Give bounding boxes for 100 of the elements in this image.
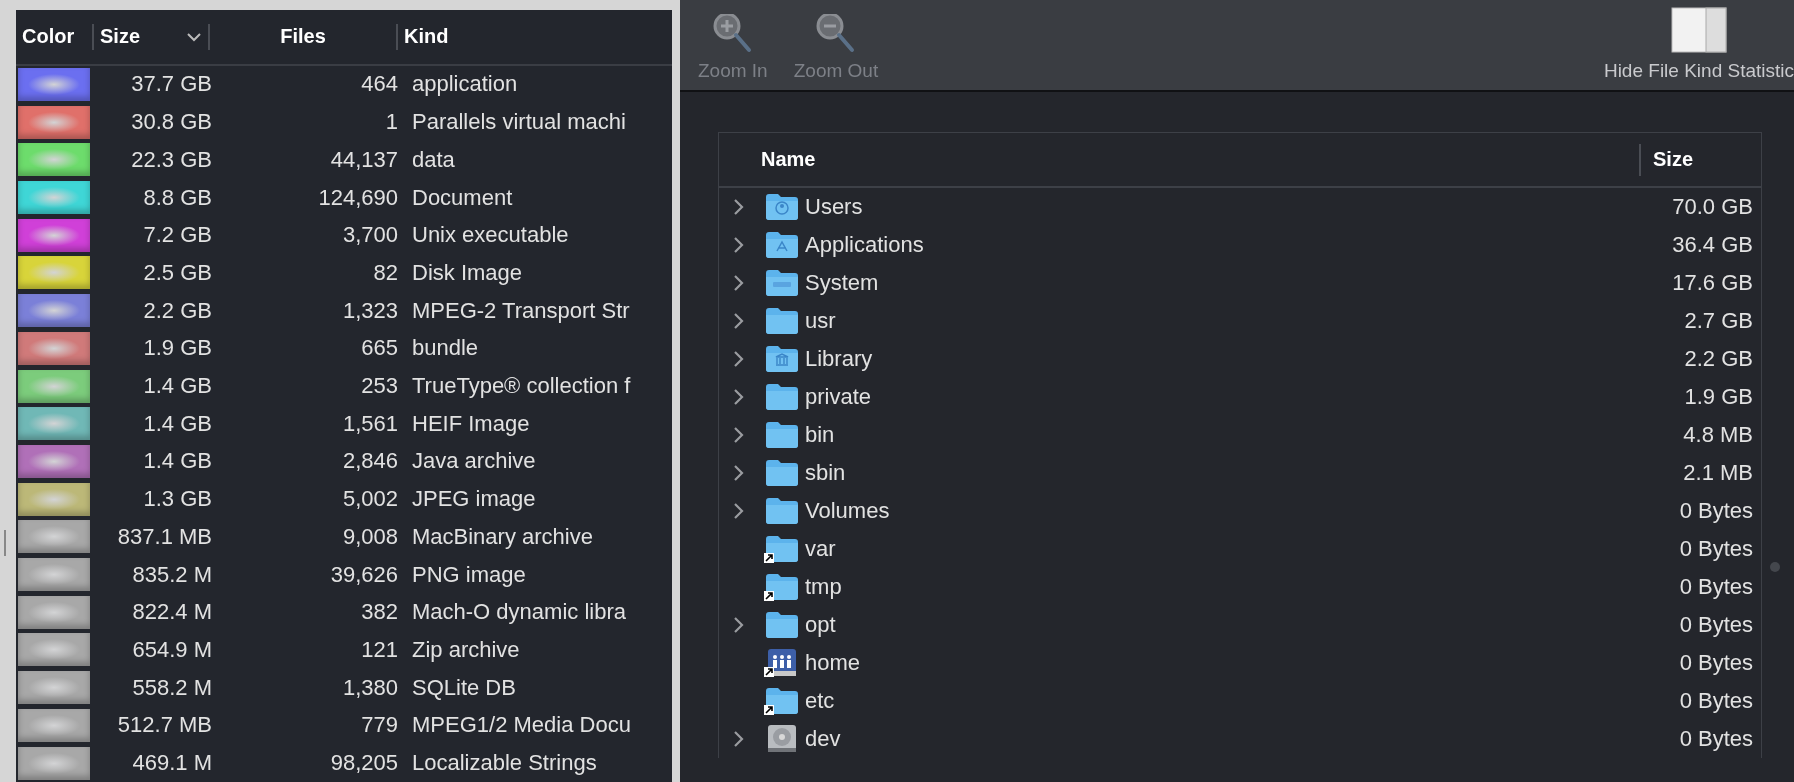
size-text: 1.9 GB [142,335,213,362]
kind-text: Unix executable [411,222,570,249]
file-size: 0 Bytes [1678,726,1754,752]
disclosure-chevron-icon[interactable] [733,312,745,330]
kind-text: Zip archive [411,636,521,663]
kind-text: data [411,146,456,173]
kind-text: MPEG-2 Transport Str [411,297,631,324]
disclosure-chevron-icon[interactable] [733,502,745,520]
file-name[interactable]: etc [805,688,1601,714]
kind-text: TrueType® collection f [411,373,632,400]
column-header[interactable]: Size [92,23,208,50]
kind-text: Disk Image [411,259,524,286]
size-text: 822.4 M [131,599,213,626]
size-text: 654.9 M [131,636,213,663]
file-name[interactable]: sbin [805,460,1601,486]
panel-icon [1669,6,1728,54]
file-count: 3,700 [341,222,399,249]
file-count: 39,626 [329,561,399,588]
disclosure-chevron-icon[interactable] [733,616,745,634]
column-header[interactable]: Size [1641,148,1761,171]
file-count: 1,380 [341,674,399,701]
file-size: 2.1 MB [1682,460,1754,486]
file-count: 382 [360,599,399,626]
kind-text: Mach-O dynamic libra [411,599,627,626]
file-count: 98,205 [329,750,399,777]
file-size: 0 Bytes [1678,574,1754,600]
file-name[interactable]: Volumes [805,498,1601,524]
file-count: 124,690 [317,184,399,211]
file-count: 5,002 [341,486,399,513]
column-header[interactable]: Files [208,23,396,50]
file-count: 2,846 [341,448,399,475]
file-name[interactable]: tmp [805,574,1601,600]
file-name[interactable]: var [805,536,1601,562]
file-count: 464 [360,71,399,98]
disclosure-chevron-icon[interactable] [733,198,745,216]
size-text: 7.2 GB [142,222,213,249]
file-name[interactable]: Applications [805,232,1601,258]
kind-text: Parallels virtual machi [411,109,627,136]
column-header[interactable]: Name [719,148,1639,171]
file-name[interactable]: System [805,270,1601,296]
file-count: 121 [360,636,399,663]
size-text: 512.7 MB [116,712,213,739]
disclosure-chevron-icon[interactable] [733,274,745,292]
size-text: 558.2 M [131,674,213,701]
file-size: 36.4 GB [1671,232,1754,258]
size-text: 37.7 GB [130,71,213,98]
kind-text: SQLite DB [411,674,517,701]
file-count: 1,323 [341,297,399,324]
file-size: 0 Bytes [1678,498,1754,524]
file-name[interactable]: dev [805,726,1601,752]
kind-text: PNG image [411,561,527,588]
kind-text: Localizable Strings [411,750,598,777]
size-text: 837.1 MB [116,523,213,550]
file-count: 779 [360,712,399,739]
file-size: 0 Bytes [1678,536,1754,562]
file-name[interactable]: home [805,650,1601,676]
file-size: 0 Bytes [1678,612,1754,638]
size-text: 2.2 GB [142,297,213,324]
disclosure-chevron-icon[interactable] [733,426,745,444]
column-header[interactable]: Color [16,23,92,50]
size-text: 1.3 GB [142,486,213,513]
file-count: 1 [384,109,399,136]
size-text: 1.4 GB [142,448,213,475]
kind-text: JPEG image [411,486,537,513]
file-count: 253 [360,373,399,400]
file-size: 17.6 GB [1671,270,1754,296]
disclosure-chevron-icon[interactable] [733,350,745,368]
file-name[interactable]: usr [805,308,1601,334]
file-count: 665 [360,335,399,362]
size-text: 469.1 M [131,750,213,777]
toolbar-button[interactable]: Hide File Kind Statistic [1603,6,1794,82]
file-name[interactable]: bin [805,422,1601,448]
file-count: 9,008 [341,523,399,550]
size-text: 1.4 GB [142,410,213,437]
file-name[interactable]: opt [805,612,1601,638]
file-size: 2.7 GB [1683,308,1754,334]
kind-text: bundle [411,335,480,362]
file-name[interactable]: Users [805,194,1601,220]
file-size: 2.2 GB [1683,346,1754,372]
kind-text: application [411,71,519,98]
file-name[interactable]: Library [805,346,1601,372]
file-count: 1,561 [341,410,399,437]
disclosure-chevron-icon[interactable] [733,388,745,406]
size-text: 2.5 GB [142,259,213,286]
file-size: 4.8 MB [1682,422,1754,448]
column-header[interactable]: Kind [396,23,672,50]
disclosure-chevron-icon[interactable] [733,236,745,254]
size-text: 22.3 GB [130,146,213,173]
size-text: 1.4 GB [142,373,213,400]
file-size: 70.0 GB [1671,194,1754,220]
kind-text: MacBinary archive [411,523,594,550]
disclosure-chevron-icon[interactable] [733,464,745,482]
file-size: 0 Bytes [1678,688,1754,714]
disclosure-chevron-icon[interactable] [733,730,745,748]
size-text: 8.8 GB [142,184,213,211]
file-count: 44,137 [329,146,399,173]
kind-text: HEIF Image [411,410,531,437]
chevron-down-icon [186,31,202,42]
file-name[interactable]: private [805,384,1601,410]
file-count: 82 [372,259,399,286]
